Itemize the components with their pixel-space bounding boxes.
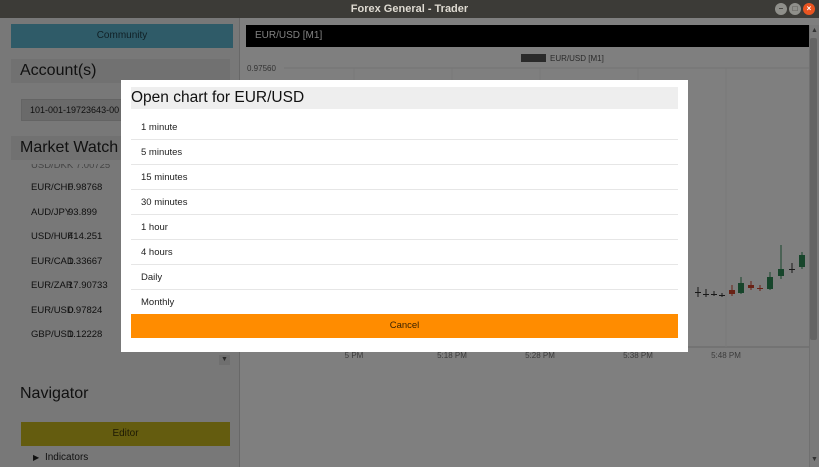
maximize-icon[interactable]: □: [789, 3, 801, 15]
timeframe-option[interactable]: 15 minutes: [131, 165, 678, 190]
open-chart-dialog: Open chart for EUR/USD 1 minute 5 minutes…: [121, 80, 688, 352]
window-controls: – □ ×: [775, 3, 815, 15]
window-title: Forex General - Trader: [350, 3, 469, 15]
timeframe-option[interactable]: 1 minute: [131, 115, 678, 140]
timeframe-option[interactable]: Daily: [131, 265, 678, 290]
timeframe-option[interactable]: 30 minutes: [131, 190, 678, 215]
dialog-title: Open chart for EUR/USD: [131, 87, 678, 109]
window-title-bar: Forex General - Trader – □ ×: [0, 0, 819, 18]
timeframe-options: 1 minute 5 minutes 15 minutes 30 minutes 1 h…: [131, 115, 678, 315]
close-icon[interactable]: ×: [803, 3, 815, 15]
minimize-icon[interactable]: –: [775, 3, 787, 15]
timeframe-option[interactable]: 4 hours: [131, 240, 678, 265]
timeframe-option[interactable]: Monthly: [131, 290, 678, 315]
timeframe-option[interactable]: 1 hour: [131, 215, 678, 240]
timeframe-option[interactable]: 5 minutes: [131, 140, 678, 165]
cancel-button[interactable]: Cancel: [131, 314, 678, 338]
